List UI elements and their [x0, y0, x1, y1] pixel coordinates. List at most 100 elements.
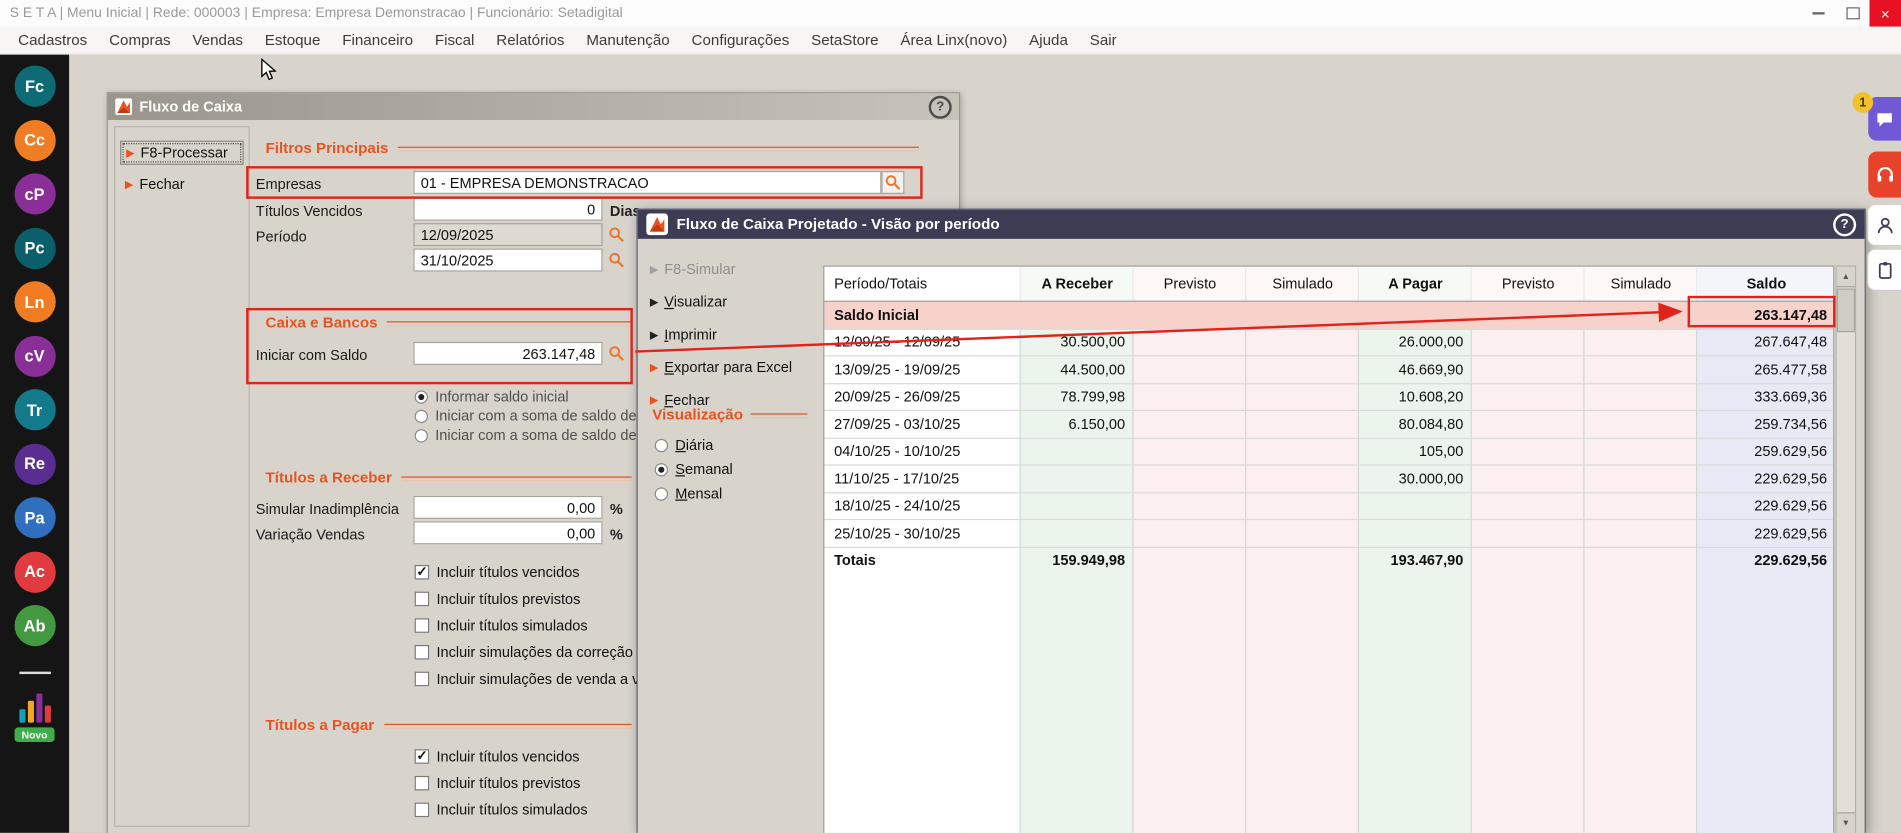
- app-logo-icon: [115, 98, 133, 116]
- maximize-button[interactable]: [1836, 0, 1870, 27]
- menu-item-financeiro[interactable]: Financeiro: [331, 32, 424, 49]
- action-label: F8-Processar: [140, 144, 228, 162]
- table-row-18-10-25-24-10-25[interactable]: 18/10/25 - 24/10/25 229.629,56: [824, 493, 1834, 521]
- inadimplencia-label: Simular Inadimplência: [255, 500, 399, 518]
- sidebar-item-pa[interactable]: Pa: [13, 497, 56, 539]
- table-row-25-10-25-30-10-25[interactable]: 25/10/25 - 30/10/25 229.629,56: [824, 520, 1834, 548]
- sidebar-item-cp[interactable]: cP: [13, 173, 56, 215]
- sidebar-item-ab[interactable]: Ab: [13, 604, 56, 647]
- menu-item-fiscal[interactable]: Fiscal: [424, 32, 485, 49]
- win1-titlebar[interactable]: Fluxo de Caixa ?: [107, 93, 959, 121]
- notification-badge: 1: [1852, 92, 1874, 113]
- table-row-20-09-25-26-09-25[interactable]: 20/09/25 - 26/09/25 78.799,98 10.608,20 333…: [824, 384, 1834, 411]
- action-exportar-para-excel[interactable]: ▶ Exportar para Excel: [645, 356, 817, 378]
- sidebar-icons: Fc Cc cP Pc Ln cV Tr Re Pa Ac Ab: [13, 65, 56, 658]
- saldo-search-button[interactable]: [605, 342, 628, 365]
- section-caixa-e-bancos: Caixa e Bancos: [266, 314, 632, 331]
- action-imprimir[interactable]: ▶ Imprimir: [645, 324, 817, 346]
- menu-item-vendas[interactable]: Vendas: [181, 32, 253, 49]
- sidebar-item-cv[interactable]: cV: [13, 335, 56, 377]
- win2-title: Fluxo de Caixa Projetado - Visão por per…: [676, 215, 1000, 233]
- action-f8-simular[interactable]: ▶ F8-Simular: [645, 258, 817, 280]
- section-title: Caixa e Bancos: [265, 314, 378, 331]
- checkbox-incluir-titulos-simulados[interactable]: Incluir títulos simulados: [414, 612, 640, 639]
- radio-informar-saldo-inicial[interactable]: Informar saldo inicial: [414, 387, 637, 406]
- inadimplencia-input[interactable]: 0,00: [413, 495, 603, 519]
- checkbox-incluir-titulos-previstos[interactable]: Incluir títulos previstos: [414, 586, 640, 613]
- radio-icon: [414, 409, 428, 423]
- menu-item-relatorios[interactable]: Relatórios: [485, 32, 575, 49]
- table-row-12-09-25-12-09-25[interactable]: 12/09/25 - 12/09/25 30.500,00 26.000,00 267…: [824, 329, 1834, 357]
- radio-iniciar-com-a-soma-de-saldo-de[interactable]: Iniciar com a soma de saldo de: [414, 406, 637, 425]
- checkbox-incluir-titulos-vencidos[interactable]: Incluir títulos vencidos: [414, 559, 640, 586]
- menu-item-cadastros[interactable]: Cadastros: [7, 32, 98, 49]
- cell-7: 263.147,48: [1754, 306, 1828, 324]
- person-icon: [1877, 217, 1893, 233]
- menu-item-area-linx-novo[interactable]: Área Linx(novo): [889, 32, 1018, 49]
- menu-item-manutencao[interactable]: Manutenção: [575, 32, 680, 49]
- table-row-04-10-25-10-10-25[interactable]: 04/10/25 - 10/10/25 105,00 259.629,56: [824, 438, 1834, 466]
- variacao-input[interactable]: 0,00: [413, 521, 603, 545]
- sidebar-item-fc[interactable]: Fc: [13, 65, 56, 107]
- chat-button[interactable]: 1: [1852, 92, 1901, 141]
- sidebar-item-tr[interactable]: Tr: [13, 389, 56, 431]
- empresas-search-button[interactable]: [881, 170, 905, 194]
- cell-0: 11/10/25 - 17/10/25: [834, 470, 960, 488]
- periodo-ate-search-button[interactable]: [605, 249, 628, 272]
- sidebar-item-ac[interactable]: Ac: [13, 551, 56, 593]
- periodo-ate-input[interactable]: 31/10/2025: [413, 248, 603, 272]
- sidebar-item-ln[interactable]: Ln: [13, 281, 56, 323]
- cell-7: 259.629,56: [1754, 442, 1828, 460]
- minimize-button[interactable]: [1802, 0, 1836, 27]
- periodo-de-search-button[interactable]: [605, 223, 628, 246]
- sidebar-divider: [18, 671, 51, 674]
- checkbox-incluir-simulacoes-da-correcao[interactable]: Incluir simulações da correção: [414, 639, 640, 666]
- checkbox-incluir-titulos-previstos[interactable]: Incluir títulos previstos: [414, 770, 588, 797]
- radio-label: Informar saldo inicial: [435, 387, 569, 405]
- empresas-input[interactable]: 01 - EMPRESA DEMONSTRACAO: [413, 170, 882, 194]
- checkbox-incluir-titulos-vencidos[interactable]: Incluir títulos vencidos: [414, 743, 588, 770]
- sidebar-item-re[interactable]: Re: [13, 443, 56, 485]
- action-fechar[interactable]: ▶ Fechar: [120, 173, 244, 195]
- close-button[interactable]: ×: [1869, 0, 1901, 27]
- scroll-up-button[interactable]: ▲: [1836, 266, 1855, 288]
- sidebar-item-cc[interactable]: Cc: [13, 119, 56, 161]
- menu-item-ajuda[interactable]: Ajuda: [1018, 32, 1079, 49]
- tasks-button[interactable]: [1867, 248, 1901, 291]
- checkbox-icon: [414, 802, 430, 818]
- help-icon[interactable]: ?: [928, 95, 952, 119]
- radio-diaria[interactable]: Diária: [654, 433, 733, 457]
- table-row-saldo-inicial[interactable]: Saldo Inicial 263.147,48: [824, 301, 1834, 330]
- user-button[interactable]: [1867, 203, 1901, 247]
- checkbox-incluir-simulacoes-de-venda-a-v[interactable]: Incluir simulações de venda a v: [414, 666, 639, 693]
- titulos-vencidos-input[interactable]: 0: [413, 197, 603, 221]
- chat-icon: [1877, 112, 1892, 127]
- radio-semanal[interactable]: Semanal: [654, 457, 733, 481]
- scroll-down-button[interactable]: ▼: [1836, 812, 1855, 833]
- iniciar-com-saldo-input[interactable]: 263.147,48: [413, 341, 603, 365]
- menu-item-sair[interactable]: Sair: [1079, 32, 1128, 49]
- table-row-13-09-25-19-09-25[interactable]: 13/09/25 - 19/09/25 44.500,00 46.669,90 265…: [824, 356, 1834, 384]
- action-visualizar[interactable]: ▶ Visualizar: [645, 291, 817, 313]
- menu-item-compras[interactable]: Compras: [98, 32, 181, 49]
- bar-chart-icon[interactable]: [16, 692, 52, 722]
- table-row-11-10-25-17-10-25[interactable]: 11/10/25 - 17/10/25 30.000,00 229.629,56: [824, 466, 1834, 493]
- menu-item-estoque[interactable]: Estoque: [254, 32, 331, 49]
- radio-mensal[interactable]: Mensal: [654, 481, 733, 505]
- checkbox-incluir-titulos-simulados[interactable]: Incluir títulos simulados: [414, 797, 588, 824]
- radio-iniciar-com-a-soma-de-saldo-de[interactable]: Iniciar com a soma de saldo de: [414, 426, 637, 445]
- action-f8-processar[interactable]: ▶ F8-Processar: [120, 140, 244, 165]
- support-button[interactable]: [1868, 151, 1901, 198]
- table-header: Período/Totais A Receber Previsto Simulado A…: [824, 266, 1834, 302]
- section-visualizacao: Visualização: [652, 406, 808, 423]
- table-row-27-09-25-03-10-25[interactable]: 27/09/25 - 03/10/25 6.150,00 80.084,80 259.…: [824, 411, 1834, 439]
- table-row-totais[interactable]: Totais 159.949,98 193.467,90 229.629,56: [824, 547, 1833, 573]
- help-icon[interactable]: ?: [1833, 212, 1857, 236]
- sidebar-item-pc[interactable]: Pc: [13, 227, 56, 269]
- table-scrollbar[interactable]: ▲ ▼: [1835, 265, 1857, 833]
- win2-titlebar[interactable]: Fluxo de Caixa Projetado - Visão por per…: [637, 209, 1865, 239]
- menu-item-setastore[interactable]: SetaStore: [800, 32, 889, 49]
- periodo-de-input[interactable]: 12/09/2025: [413, 223, 603, 247]
- menu-item-configuracoes[interactable]: Configurações: [681, 32, 801, 49]
- scrollbar-thumb[interactable]: [1836, 288, 1855, 333]
